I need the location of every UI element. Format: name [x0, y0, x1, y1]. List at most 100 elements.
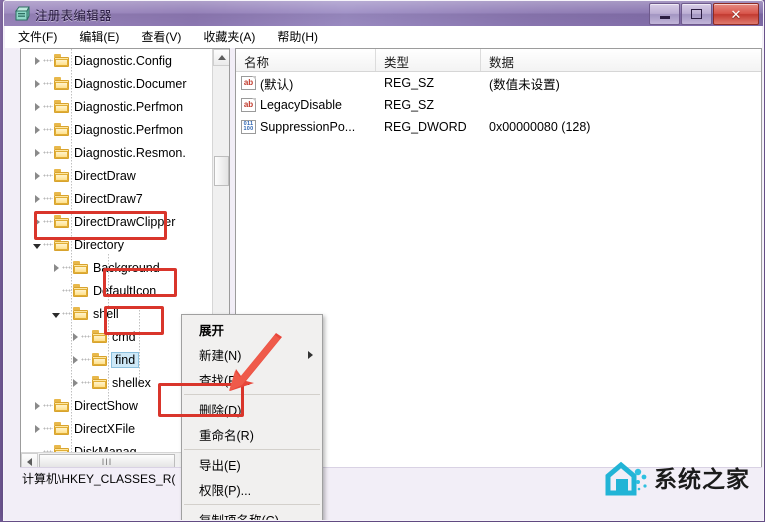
chevron-right-icon[interactable] — [31, 147, 42, 158]
tree-connector-dots — [43, 170, 53, 181]
registry-editor-icon — [15, 6, 30, 21]
value-row[interactable]: 011 100 SuppressionPo... REG_DWORD 0x0000008… — [236, 116, 761, 138]
chevron-right-icon[interactable] — [31, 101, 42, 112]
values-rows: ab (默认) REG_SZ (数值未设置) ab LegacyDisable REG_SZ… — [236, 72, 761, 138]
folder-icon — [54, 54, 70, 67]
tree-item-label: DirectDraw7 — [74, 191, 143, 206]
chevron-down-icon[interactable] — [31, 239, 42, 250]
column-header-data[interactable]: 数据 — [481, 49, 761, 71]
tree-connector-dots — [43, 101, 53, 112]
tree-connector-dots — [43, 147, 53, 158]
chevron-right-icon[interactable] — [31, 400, 42, 411]
tree-connector-dots — [43, 193, 53, 204]
folder-icon — [54, 77, 70, 90]
chevron-right-icon[interactable] — [31, 78, 42, 89]
tree-item-diagnostic-config[interactable]: Diagnostic.Config — [21, 49, 213, 72]
menu-bar: 文件(F) 编辑(E) 查看(V) 收藏夹(A) 帮助(H) — [5, 26, 762, 48]
tree-item-label: Diagnostic.Config — [74, 53, 172, 68]
menu-favorites[interactable]: 收藏夹(A) — [200, 26, 258, 47]
context-menu-separator — [184, 449, 320, 450]
tree-item-label: find — [111, 351, 140, 368]
tree-item-label: DirectShow — [74, 398, 138, 413]
scroll-up-button[interactable] — [213, 49, 229, 66]
column-header-name[interactable]: 名称 — [236, 49, 376, 71]
tree-connector-dots — [81, 377, 91, 388]
tree-connector-dots — [62, 285, 72, 296]
arrow-up-icon — [217, 55, 226, 60]
maximize-button[interactable] — [681, 3, 712, 25]
value-row[interactable]: ab (默认) REG_SZ (数值未设置) — [236, 72, 761, 94]
chevron-right-icon[interactable] — [31, 423, 42, 434]
value-type-cell: REG_SZ — [384, 76, 435, 90]
value-row[interactable]: ab LegacyDisable REG_SZ — [236, 94, 761, 116]
tree-item-diagnostic-resmon[interactable]: Diagnostic.Resmon. — [21, 141, 213, 164]
tree-item-label: DirectDraw — [74, 168, 136, 183]
chevron-right-icon[interactable] — [50, 262, 61, 273]
chevron-right-icon[interactable] — [69, 354, 80, 365]
context-menu[interactable]: 展开 新建(N) 查找(F)... 删除(D) 重命名(R) 导出(E) 权限(P)... 复… — [181, 314, 323, 520]
tree-item-label: Diagnostic.Perfmon — [74, 122, 184, 137]
vertical-scroll-thumb[interactable] — [214, 156, 229, 186]
chevron-right-icon[interactable] — [69, 377, 80, 388]
arrow-left-icon — [27, 457, 32, 466]
context-menu-item[interactable]: 复制项名称(C) — [182, 507, 322, 520]
folder-icon — [54, 123, 70, 136]
screenshot-root: 注册表编辑器 ✕ 文件(F) 编辑(E) 查看(V) 收藏夹(A) 帮助(H) … — [0, 0, 765, 522]
context-menu-item[interactable]: 重命名(R) — [182, 422, 322, 447]
tree-connector-dots — [43, 78, 53, 89]
status-path: 计算机\HKEY_CLASSES_R( — [22, 471, 176, 486]
menu-edit[interactable]: 编辑(E) — [76, 26, 122, 47]
value-name-label: (默认) — [260, 77, 294, 92]
context-menu-separator — [184, 504, 320, 505]
tree-connector-dots — [81, 331, 91, 342]
folder-icon — [54, 422, 70, 435]
menu-help[interactable]: 帮助(H) — [274, 26, 321, 47]
tree-connector-dots — [43, 400, 53, 411]
dword-value-icon: 011 100 — [241, 120, 256, 134]
folder-icon — [73, 261, 89, 274]
chevron-right-icon[interactable] — [69, 331, 80, 342]
tree-item-label: Diagnostic.Perfmon — [74, 99, 184, 114]
watermark-text: 系统之家 — [654, 465, 750, 492]
annotation-box-shell — [103, 268, 177, 297]
string-value-icon: ab — [241, 98, 256, 112]
annotation-box-find — [104, 306, 164, 335]
chevron-down-icon[interactable] — [50, 308, 61, 319]
chevron-right-icon[interactable] — [31, 55, 42, 66]
menu-file[interactable]: 文件(F) — [15, 26, 60, 47]
tree-item-label: shellex — [112, 375, 151, 390]
context-menu-item[interactable]: 导出(E) — [182, 452, 322, 477]
value-data-cell: (数值未设置) — [489, 77, 560, 92]
tree-connector-dots — [43, 55, 53, 66]
close-button[interactable]: ✕ — [713, 3, 759, 25]
context-menu-item-label: 导出(E) — [199, 459, 241, 473]
window-title: 注册表编辑器 — [35, 9, 112, 23]
folder-icon — [92, 353, 108, 366]
column-header-type[interactable]: 类型 — [376, 49, 481, 71]
tree-item-diagnostic-perfmon[interactable]: Diagnostic.Perfmon — [21, 95, 213, 118]
tree-connector-dots — [43, 239, 53, 250]
tree-item-label: Diagnostic.Documer — [74, 76, 187, 91]
chevron-right-icon[interactable] — [31, 124, 42, 135]
tree-item-directdraw7[interactable]: DirectDraw7 — [21, 187, 213, 210]
watermark: 系统之家 — [604, 458, 756, 500]
context-menu-item[interactable]: 权限(P)... — [182, 477, 322, 502]
menu-view[interactable]: 查看(V) — [138, 26, 184, 47]
tree-item-diagnostic-perfmon[interactable]: Diagnostic.Perfmon — [21, 118, 213, 141]
tree-item-directdraw[interactable]: DirectDraw — [21, 164, 213, 187]
value-name-label: LegacyDisable — [260, 98, 342, 112]
context-menu-item[interactable]: 展开 — [182, 317, 322, 342]
chevron-right-icon[interactable] — [31, 193, 42, 204]
value-data-cell: 0x00000080 (128) — [489, 120, 591, 134]
value-name-cell: ab LegacyDisable — [236, 98, 376, 112]
value-name-label: SuppressionPo... — [260, 120, 356, 134]
context-menu-item[interactable]: 新建(N) — [182, 342, 322, 367]
minimize-button[interactable] — [649, 3, 680, 25]
folder-icon — [92, 376, 108, 389]
tree-connector-dots — [81, 354, 91, 365]
chevron-right-icon[interactable] — [31, 170, 42, 181]
tree-item-diagnostic-documer[interactable]: Diagnostic.Documer — [21, 72, 213, 95]
context-menu-item-label: 重命名(R) — [199, 429, 254, 443]
submenu-arrow-icon — [308, 351, 313, 359]
string-value-icon: ab — [241, 76, 256, 90]
